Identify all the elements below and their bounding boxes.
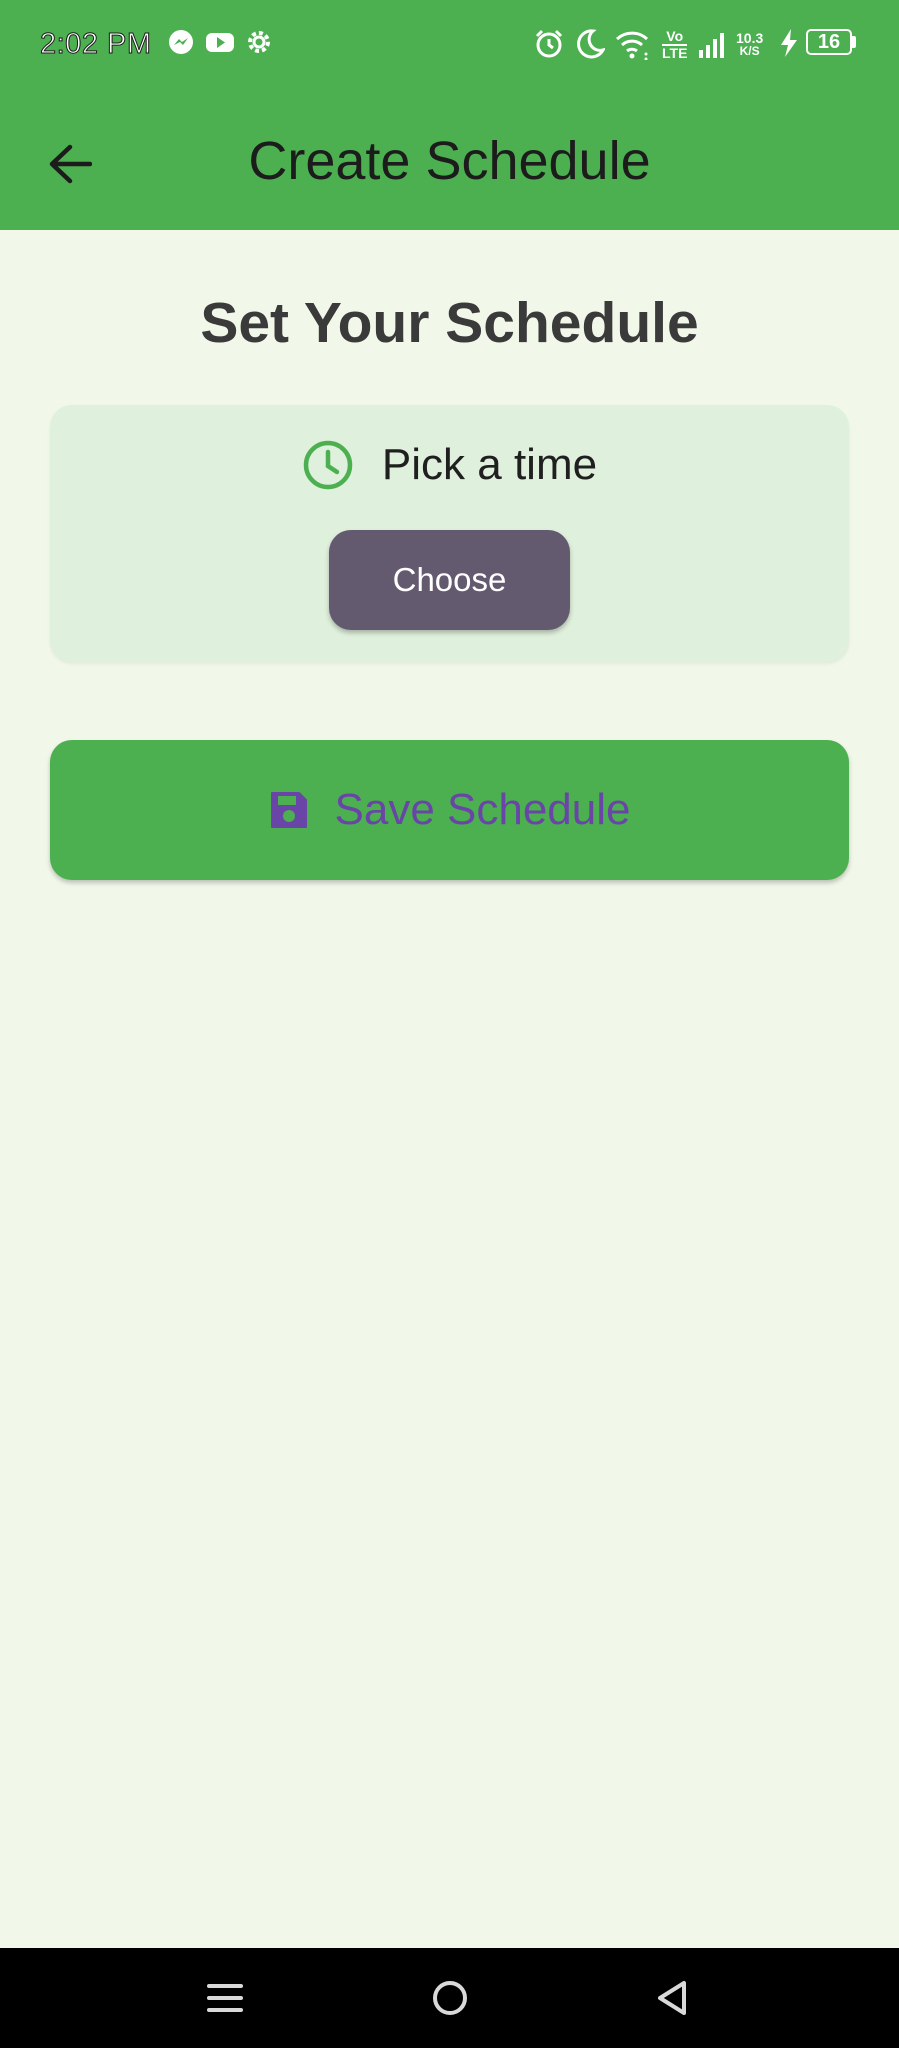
save-schedule-label: Save Schedule <box>334 785 631 834</box>
do-not-disturb-moon-icon <box>575 28 606 65</box>
save-schedule-button[interactable]: Save Schedule <box>50 740 849 880</box>
page-title: Set Your Schedule <box>200 291 699 355</box>
status-time: 2:02 PM <box>40 28 152 61</box>
nav-home-button[interactable] <box>420 1968 480 2028</box>
charging-bolt-icon <box>778 28 800 63</box>
signal-icon <box>697 30 727 65</box>
network-speed: 10.3 K/S <box>736 31 763 57</box>
pick-time-label: Pick a time <box>381 440 598 489</box>
status-bar: 2:02 PM Vo LTE 10.3 K/S 16 <box>0 0 899 92</box>
messenger-icon <box>167 28 195 61</box>
volte-icon: Vo LTE <box>662 28 688 61</box>
home-icon <box>433 1981 467 2015</box>
system-navigation-bar <box>0 1948 899 2048</box>
nav-back-button[interactable] <box>643 1968 703 2028</box>
youtube-icon <box>205 28 235 61</box>
top-area: 2:02 PM Vo LTE 10.3 K/S 16 Create Schedu… <box>0 0 899 230</box>
time-picker-card: Pick a time Choose <box>50 405 849 662</box>
wifi-icon <box>614 28 650 65</box>
save-icon <box>270 792 307 828</box>
alarm-icon <box>533 28 565 65</box>
network-speed-unit: K/S <box>739 44 760 58</box>
volte-bottom-text: LTE <box>662 44 688 61</box>
app-bar-title: Create Schedule <box>248 131 651 191</box>
app-bar: Create Schedule <box>0 92 899 230</box>
screen: 2:02 PM Vo LTE 10.3 K/S 16 Create Schedu… <box>0 0 899 2048</box>
menu-icon <box>207 1984 243 2012</box>
volte-top-text: Vo <box>666 28 684 44</box>
pick-time-row: Pick a time <box>50 435 849 495</box>
settings-gear-icon <box>245 28 273 61</box>
back-triangle-icon <box>658 1981 686 2015</box>
battery-tip <box>852 36 856 48</box>
nav-menu-button[interactable] <box>195 1968 255 2028</box>
clock-icon <box>303 440 353 490</box>
choose-time-button[interactable]: Choose <box>329 530 570 630</box>
network-speed-value: 10.3 <box>736 30 764 46</box>
battery-icon: 16 <box>806 29 856 55</box>
battery-level: 16 <box>806 29 852 55</box>
